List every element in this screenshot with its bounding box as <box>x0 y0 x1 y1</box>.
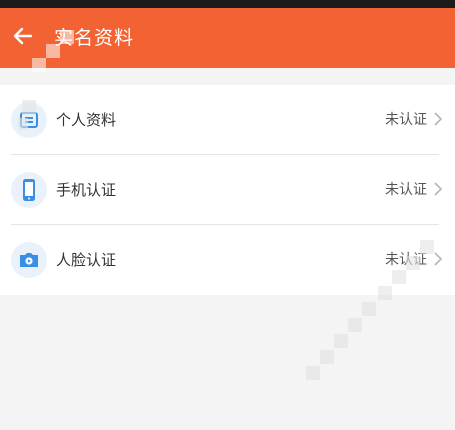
list-item-label: 手机认证 <box>56 181 117 199</box>
status-text: 未认证 <box>385 112 427 128</box>
app-bar: 实名资料 <box>0 8 455 68</box>
camera-icon <box>11 242 47 278</box>
status-text: 未认证 <box>385 182 427 198</box>
page-title: 实名资料 <box>54 27 135 49</box>
list-item-phone[interactable]: 手机认证 未认证 <box>0 155 455 225</box>
chevron-right-icon <box>434 182 443 196</box>
chevron-right-icon <box>434 112 443 126</box>
list-item-label: 个人资料 <box>56 111 117 129</box>
list-item-face[interactable]: 人脸认证 未认证 <box>0 225 455 295</box>
list-item-label: 人脸认证 <box>56 251 117 269</box>
id-card-icon <box>11 102 47 138</box>
verification-list: 个人资料 未认证 手机认证 未认证 人脸认证 未认证 <box>0 85 455 295</box>
back-button[interactable] <box>12 24 34 48</box>
list-item-profile[interactable]: 个人资料 未认证 <box>0 85 455 155</box>
phone-icon <box>11 172 47 208</box>
back-arrow-icon <box>13 27 33 45</box>
chevron-right-icon <box>434 252 443 266</box>
status-text: 未认证 <box>385 252 427 268</box>
status-bar <box>0 0 455 8</box>
